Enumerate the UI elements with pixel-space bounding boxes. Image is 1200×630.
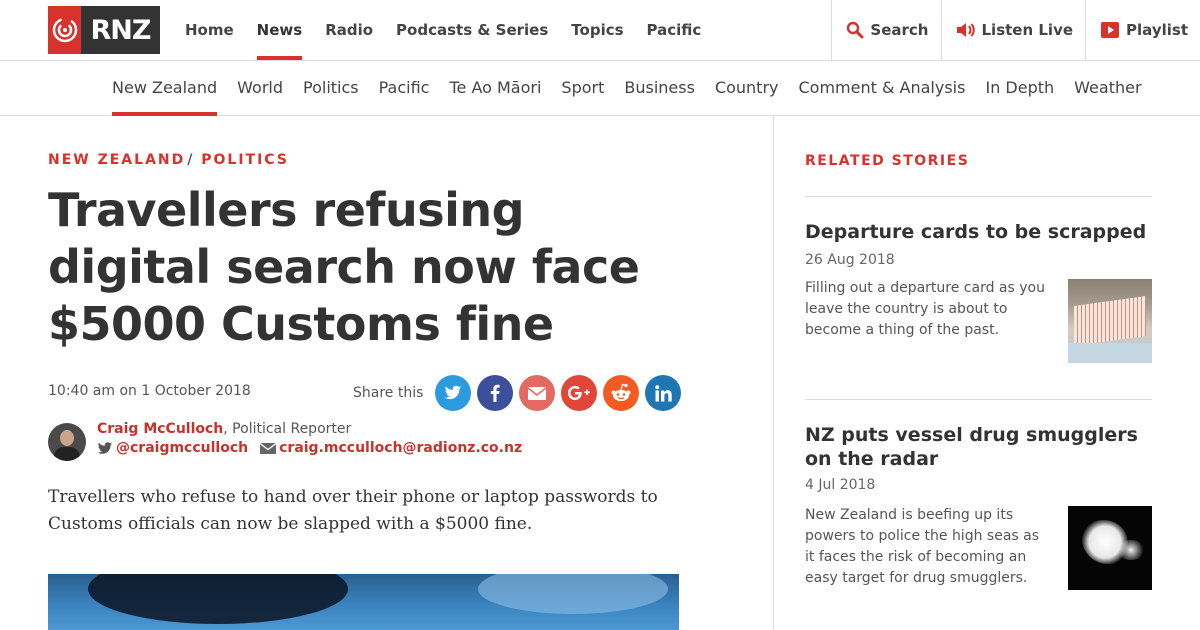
playlist-label: Playlist <box>1126 21 1188 39</box>
drug-seizure-thumbnail[interactable] <box>1068 506 1152 590</box>
main-nav-topics[interactable]: Topics <box>571 0 623 60</box>
share-email-button[interactable] <box>519 375 556 411</box>
section-nav-politics[interactable]: Politics <box>303 61 359 116</box>
listen-live-label: Listen Live <box>981 21 1074 39</box>
article-lede: Travellers who refuse to hand over their… <box>48 487 658 534</box>
related-story-summary: New Zealand is beefing up its powers to … <box>805 507 1040 586</box>
twitter-bird-icon <box>97 441 113 454</box>
search-icon <box>847 21 864 39</box>
related-story-headline[interactable]: Departure cards to be scrapped <box>805 220 1152 244</box>
section-nav-sport[interactable]: Sport <box>561 61 604 116</box>
article-dateline: 10:40 am on 1 October 2018 <box>48 383 251 399</box>
departure-cards-thumbnail[interactable] <box>1068 279 1152 363</box>
header-tools: Search Listen Live Playlist <box>831 0 1200 60</box>
share-google-plus-button[interactable] <box>561 375 598 411</box>
related-story-date: 4 Jul 2018 <box>805 477 876 493</box>
related-story[interactable]: Departure cards to be scrapped 26 Aug 20… <box>805 220 1152 363</box>
related-story[interactable]: NZ puts vessel drug smugglers on the rad… <box>805 423 1152 590</box>
share-bar: Share this <box>353 375 682 411</box>
main-nav-news[interactable]: News <box>256 0 302 60</box>
logo-text: RNZ <box>81 6 160 54</box>
share-linkedin-button[interactable] <box>645 375 682 411</box>
main-nav-home[interactable]: Home <box>185 0 234 60</box>
search-button[interactable]: Search <box>831 0 940 60</box>
kicker-politics-link[interactable]: POLITICS <box>201 152 289 168</box>
share-twitter-button[interactable] <box>435 375 472 411</box>
facebook-icon <box>491 384 501 402</box>
section-nav: New Zealand World Politics Pacific Te Ao… <box>0 61 1200 116</box>
article-hero-image <box>48 574 679 630</box>
section-nav-weather[interactable]: Weather <box>1074 61 1141 116</box>
related-story-date: 26 Aug 2018 <box>805 252 895 268</box>
main-nav: Home News Radio Podcasts & Series Topics… <box>185 0 724 60</box>
kicker-separator: / <box>187 152 193 168</box>
author-line: Craig McCulloch, Political Reporter <box>97 421 351 437</box>
section-nav-comment-analysis[interactable]: Comment & Analysis <box>799 61 966 116</box>
author-contact: @craigmcculloch craig.mcculloch@radionz.… <box>97 440 522 456</box>
main-nav-podcasts-series[interactable]: Podcasts & Series <box>396 0 548 60</box>
column-divider <box>773 116 774 630</box>
listen-live-button[interactable]: Listen Live <box>940 0 1086 60</box>
related-divider <box>805 399 1152 400</box>
top-navigation: RNZ Home News Radio Podcasts & Series To… <box>0 0 1200 61</box>
linkedin-icon <box>655 384 672 401</box>
section-nav-business[interactable]: Business <box>624 61 695 116</box>
playlist-button[interactable]: Playlist <box>1085 0 1200 60</box>
envelope-icon <box>260 442 277 454</box>
section-nav-pacific[interactable]: Pacific <box>379 61 430 116</box>
main-nav-radio[interactable]: Radio <box>325 0 373 60</box>
author-avatar[interactable] <box>48 423 86 461</box>
related-story-summary: Filling out a departure card as you leav… <box>805 280 1045 338</box>
article-headline: Travellers refusing digital search now f… <box>48 183 640 351</box>
section-nav-te-ao-maori[interactable]: Te Ao Māori <box>449 61 541 116</box>
author-role: , Political Reporter <box>223 421 352 437</box>
reddit-icon <box>611 383 631 401</box>
rnz-logo[interactable]: RNZ <box>48 6 160 54</box>
section-nav-new-zealand[interactable]: New Zealand <box>112 61 218 116</box>
section-nav-world[interactable]: World <box>237 61 283 116</box>
search-label: Search <box>870 21 929 39</box>
author-name-link[interactable]: Craig McCulloch <box>97 421 223 437</box>
related-stories-heading: RELATED STORIES <box>805 153 970 169</box>
related-divider <box>805 196 1152 197</box>
share-reddit-button[interactable] <box>603 375 640 411</box>
related-story-headline[interactable]: NZ puts vessel drug smugglers on the rad… <box>805 423 1152 471</box>
playlist-icon <box>1101 22 1120 38</box>
google-plus-icon <box>568 385 591 401</box>
author-twitter-link[interactable]: @craigmcculloch <box>116 440 248 456</box>
speaker-icon <box>956 23 975 37</box>
email-icon <box>528 386 547 400</box>
share-facebook-button[interactable] <box>477 375 514 411</box>
share-label: Share this <box>353 385 424 401</box>
kicker-new-zealand-link[interactable]: NEW ZEALAND <box>48 152 185 168</box>
rnz-logo-mark-icon <box>48 6 81 54</box>
main-nav-pacific[interactable]: Pacific <box>647 0 702 60</box>
section-nav-country[interactable]: Country <box>715 61 779 116</box>
section-nav-in-depth[interactable]: In Depth <box>985 61 1054 116</box>
twitter-icon <box>445 385 462 400</box>
article-kicker: NEW ZEALAND / POLITICS <box>48 152 289 168</box>
author-email-link[interactable]: craig.mcculloch@radionz.co.nz <box>279 440 522 456</box>
